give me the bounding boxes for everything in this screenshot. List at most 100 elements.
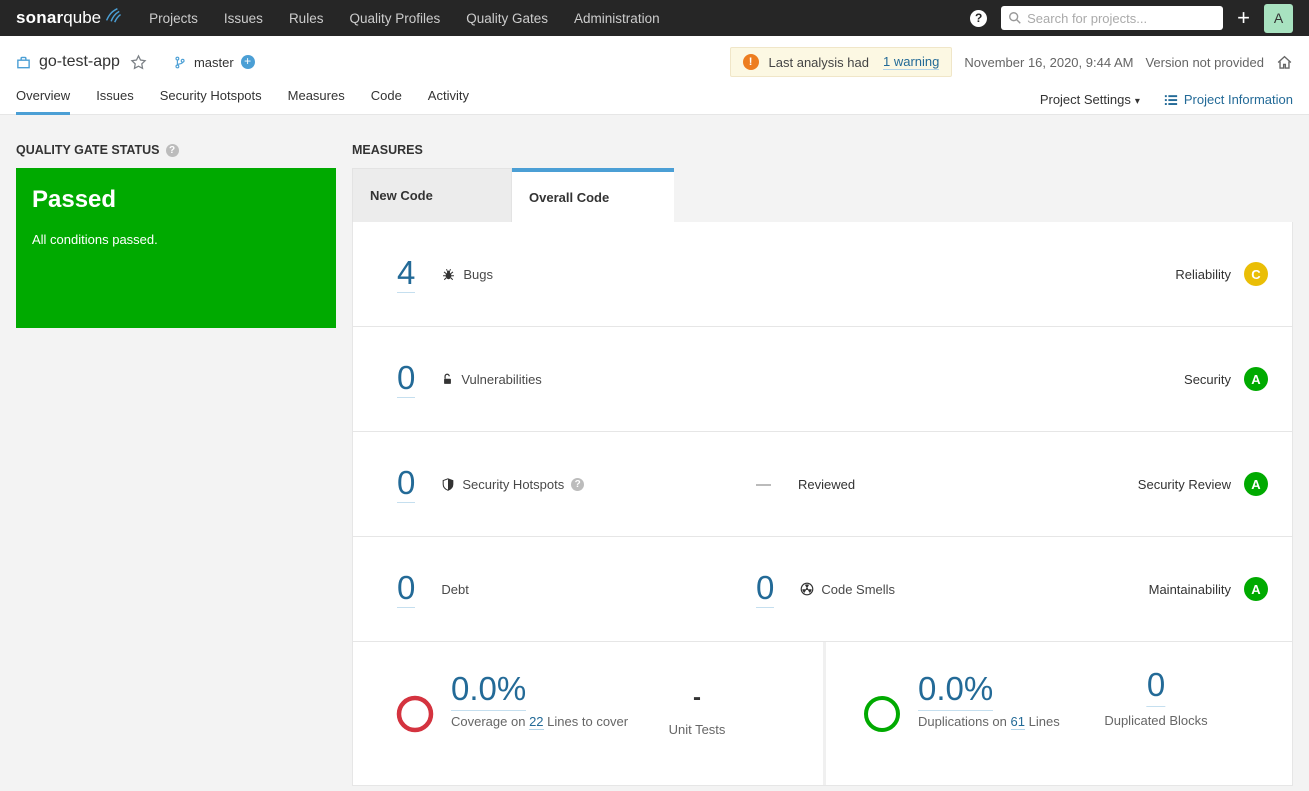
quality-gate-help-icon[interactable]: ? <box>165 143 179 157</box>
tab-measures[interactable]: Measures <box>288 88 345 115</box>
reviewed-dash: — <box>756 475 771 493</box>
unit-tests-label: Unit Tests <box>668 722 726 737</box>
coverage-caption-suffix: Lines to cover <box>547 714 629 729</box>
vulnerabilities-label: Vulnerabilities <box>461 371 542 387</box>
quality-gate-title-row: QUALITY GATE STATUS ? <box>16 140 336 160</box>
duplicated-blocks-label: Duplicated Blocks <box>1104 713 1208 728</box>
coverage-percent-link[interactable]: 0.0% <box>451 670 527 711</box>
reliability-rating-badge[interactable]: C <box>1244 262 1268 286</box>
project-header: go-test-app master + ! Last analysis had… <box>0 36 1309 115</box>
tab-security-hotspots[interactable]: Security Hotspots <box>160 88 262 115</box>
warning-text: Last analysis had <box>768 54 869 70</box>
security-review-label: Security Review <box>1137 476 1231 492</box>
search-container <box>1001 6 1224 30</box>
duplications-card: 0.0% Duplications on 61 Lines 0 Duplicat… <box>826 642 1292 785</box>
version-text: Version not provided <box>1145 54 1264 70</box>
shield-icon <box>441 477 455 492</box>
maintainability-rating-badge[interactable]: A <box>1244 577 1268 601</box>
debt-count-link[interactable]: 0 <box>397 571 416 608</box>
branch-name: master <box>193 54 234 70</box>
project-settings-dropdown[interactable]: Project Settings ▾ <box>1040 92 1140 107</box>
tab-activity[interactable]: Activity <box>428 88 469 115</box>
project-information-link[interactable]: Project Information <box>1164 92 1293 107</box>
reliability-label: Reliability <box>1175 266 1231 282</box>
hotspots-help-icon[interactable]: ? <box>571 477 585 491</box>
bug-icon <box>441 267 456 282</box>
code-smells-icon <box>800 582 814 596</box>
add-project-button[interactable]: + <box>1237 7 1250 29</box>
project-information-label: Project Information <box>1183 92 1293 107</box>
sonar-waves-icon <box>106 8 122 23</box>
tab-new-code[interactable]: New Code <box>352 168 512 222</box>
maintainability-label: Maintainability <box>1148 581 1231 597</box>
measures-panel: 4 Bugs Reliability C 0 Vulnerabilities S… <box>352 222 1293 786</box>
sonarqube-logo[interactable]: sonar qube <box>16 8 122 28</box>
hotspots-count-link[interactable]: 0 <box>397 466 416 503</box>
unlock-icon <box>441 372 454 387</box>
security-label: Security <box>1184 371 1231 387</box>
add-branch-icon[interactable]: + <box>240 55 255 69</box>
quality-gate-title: QUALITY GATE STATUS <box>16 143 160 157</box>
hotspots-label: Security Hotspots <box>462 476 565 492</box>
tab-code[interactable]: Code <box>371 88 402 115</box>
coverage-caption-prefix: Coverage on <box>451 714 526 729</box>
measures-title-row: MEASURES <box>352 140 1293 160</box>
measures-title: MEASURES <box>352 143 423 157</box>
warning-link[interactable]: 1 warning <box>882 54 940 70</box>
security-review-rating-badge[interactable]: A <box>1244 472 1268 496</box>
menu-quality-profiles[interactable]: Quality Profiles <box>349 11 440 26</box>
debt-label: Debt <box>441 581 469 597</box>
code-smells-label: Code Smells <box>821 581 896 597</box>
menu-projects[interactable]: Projects <box>149 11 198 26</box>
tab-overall-code[interactable]: Overall Code <box>512 168 674 222</box>
coverage-duplications-section: 0.0% Coverage on 22 Lines to cover - Uni… <box>353 642 1292 785</box>
quality-gate-status-card: Passed All conditions passed. <box>16 168 336 328</box>
favorite-star-icon[interactable] <box>130 53 147 71</box>
list-icon <box>1164 94 1178 105</box>
bugs-label: Bugs <box>463 266 493 282</box>
analysis-date: November 16, 2020, 9:44 AM <box>964 54 1134 70</box>
search-icon <box>1009 12 1021 24</box>
chevron-down-icon: ▾ <box>1134 96 1140 107</box>
lines-to-cover-link[interactable]: 22 <box>529 714 544 730</box>
menu-quality-gates[interactable]: Quality Gates <box>466 11 548 26</box>
quality-gate-message: All conditions passed. <box>32 232 158 247</box>
brand-bold: sonar <box>16 8 64 27</box>
unit-tests-value: - <box>693 684 701 711</box>
analysis-warning-banner: ! Last analysis had 1 warning <box>729 47 953 77</box>
security-rating-badge[interactable]: A <box>1244 367 1268 391</box>
home-icon[interactable] <box>1276 54 1293 71</box>
vulnerabilities-count-link[interactable]: 0 <box>397 361 416 398</box>
duplications-caption: Duplications on 61 Lines <box>918 714 1060 730</box>
top-navbar: sonar qube Projects Issues Rules Quality … <box>0 0 1309 36</box>
avatar[interactable]: A <box>1264 3 1293 33</box>
code-smells-count-link[interactable]: 0 <box>756 571 775 608</box>
project-name: go-test-app <box>39 53 120 70</box>
measure-row-vulnerabilities: 0 Vulnerabilities Security A <box>353 327 1292 432</box>
measures-tabs: New Code Overall Code <box>352 168 1293 222</box>
branch-selector[interactable]: master + <box>173 55 255 70</box>
menu-issues[interactable]: Issues <box>224 11 263 26</box>
duplications-ring-icon <box>864 696 900 732</box>
duplications-percent-link[interactable]: 0.0% <box>918 670 994 711</box>
search-input[interactable] <box>1001 6 1224 30</box>
menu-rules[interactable]: Rules <box>289 11 324 26</box>
duplicated-blocks-stat: 0 Duplicated Blocks <box>1104 666 1208 728</box>
warning-icon: ! <box>742 54 759 70</box>
menu-administration[interactable]: Administration <box>574 11 660 26</box>
tab-overview[interactable]: Overview <box>16 88 71 115</box>
navbar-right: ? + A <box>970 3 1293 33</box>
project-tabs: Overview Issues Security Hotspots Measur… <box>16 88 469 115</box>
help-icon[interactable]: ? <box>970 9 988 27</box>
measure-row-bugs: 4 Bugs Reliability C <box>353 222 1292 327</box>
hotspots-reviewed-group: — Reviewed <box>756 476 855 493</box>
bugs-count-link[interactable]: 4 <box>397 256 416 293</box>
duplications-caption-suffix: Lines <box>1028 714 1060 729</box>
tab-issues[interactable]: Issues <box>96 88 134 115</box>
project-icon <box>16 55 31 70</box>
duplicated-blocks-link[interactable]: 0 <box>1146 666 1166 707</box>
duplications-caption-prefix: Duplications on <box>918 714 1007 729</box>
measure-row-security-hotspots: 0 Security Hotspots ? — Reviewed Securit… <box>353 432 1292 537</box>
duplicated-lines-link[interactable]: 61 <box>1010 714 1025 730</box>
project-settings-label: Project Settings <box>1039 92 1131 107</box>
